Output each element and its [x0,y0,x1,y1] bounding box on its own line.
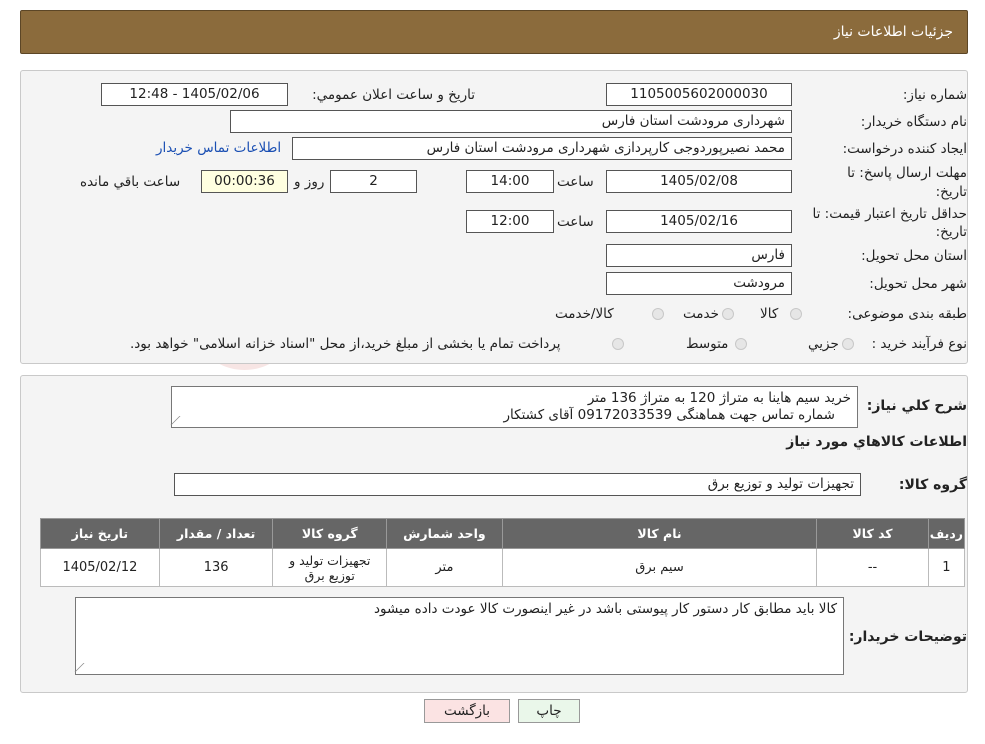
process-radio-treasury[interactable] [612,338,624,350]
validity-label: حداقل تاريخ اعتبار قيمت: تا [812,206,967,222]
creator-field: محمد نصیرپوردوجی کارپردازی شهرداری مرودش… [292,137,792,160]
validity-time-label: ساعت [557,214,594,230]
creator-label: ايجاد کننده درخواست: [842,141,967,157]
process-treasury-note: پرداخت تمام يا بخشی از مبلغ خريد،از محل … [130,336,561,352]
items-table: رديف کد کالا نام کالا واحد شمارش گروه کا… [40,518,966,587]
description-textarea[interactable]: خرید سیم هاینا به متراژ 120 به متراژ 136… [170,386,858,428]
description-line-1: خرید سیم هاینا به متراژ 120 به متراژ 136… [587,390,851,406]
category-option-service: خدمت [683,306,719,322]
province-label: استان محل تحويل: [861,248,967,264]
days-field: 2 [330,170,417,193]
category-option-goods-service: کالا/خدمت [555,306,614,322]
goods-group-label: گروه کالا: [898,477,967,493]
col-unit: واحد شمارش [386,518,503,549]
cell-unit: متر [386,548,503,587]
buyer-field: شهرداری مرودشت استان فارس [230,110,792,133]
need-number-label: شماره نیاز: [902,87,967,103]
buyer-label: نام دستگاه خريدار: [860,114,967,130]
items-section-title: اطلاعات کالاهاي مورد نياز [786,434,967,450]
reply-deadline-label: مهلت ارسال پاسخ: تا [847,165,967,181]
table-row: 1 -- سیم برق متر تجهیزات تولید و توزیع ب… [40,548,966,587]
process-radio-minor[interactable] [842,338,854,350]
reply-deadline-label-2: تاریخ: [935,184,967,200]
col-name: نام کالا [501,518,818,549]
process-type-label: نوع فرآيند خريد : [871,336,967,352]
buyer-contact-link[interactable]: اطلاعات تماس خريدار [156,140,281,156]
buyer-notes-text: کالا باید مطابق کار دستور کار پیوستی باش… [374,601,837,617]
buyer-notes-label: توضيحات خريدار: [848,629,967,645]
validity-time-field: 12:00 [466,210,554,233]
col-code: کد کالا [816,518,929,549]
col-group: گروه کالا [272,518,388,549]
reply-date-field: 1405/02/08 [606,170,792,193]
cell-row: 1 [927,548,966,587]
category-option-goods: کالا [760,306,779,322]
description-label: شرح کلي نياز: [866,398,967,414]
col-date: تاريخ نياز [40,518,160,549]
announce-label: تاریخ و ساعت اعلان عمومي: [312,87,475,103]
cell-group: تجهیزات تولید و توزیع برق [272,548,388,587]
process-option-medium: متوسط [686,336,729,352]
need-number-field: 1105005602000030 [606,83,792,106]
category-radio-service[interactable] [722,308,734,320]
back-button[interactable]: بازگشت [424,699,510,723]
validity-label-2: تاريخ: [935,224,967,240]
goods-group-field: تجهیزات تولید و توزیع برق [174,473,861,496]
remaining-time-field: 00:00:36 [201,170,288,193]
cell-qty: 136 [158,548,274,587]
validity-date-field: 1405/02/16 [606,210,792,233]
reply-time-field: 14:00 [466,170,554,193]
resize-handle-icon[interactable] [74,663,93,672]
col-qty: تعداد / مقدار [158,518,274,549]
col-row: رديف [927,518,966,549]
process-option-minor: جزيي [808,336,839,352]
category-radio-goods-service[interactable] [652,308,664,320]
buyer-notes-textarea[interactable]: کالا باید مطابق کار دستور کار پیوستی باش… [74,597,844,675]
print-button[interactable]: چاپ [518,699,580,723]
cell-code: -- [816,548,929,587]
cell-date: 1405/02/12 [40,548,160,587]
cell-name: سیم برق [501,548,818,587]
page-header: جزئیات اطلاعات نیاز [20,10,968,54]
days-label: روز و [294,174,325,190]
description-line-2: شماره تماس جهت هماهنگی 09172033539 آقای … [503,407,836,423]
process-radio-medium[interactable] [735,338,747,350]
category-label: طبقه بندی موضوعی: [847,306,967,322]
remaining-label: ساعت باقي مانده [80,174,181,190]
province-field: فارس [606,244,792,267]
announce-datetime-field: 1405/02/06 - 12:48 [101,83,288,106]
city-label: شهر محل تحويل: [869,276,967,292]
page-title: جزئیات اطلاعات نیاز [833,24,953,40]
category-radio-goods[interactable] [790,308,802,320]
table-header-row: رديف کد کالا نام کالا واحد شمارش گروه کا… [40,518,966,549]
reply-time-label: ساعت [557,174,594,190]
city-field: مرودشت [606,272,792,295]
